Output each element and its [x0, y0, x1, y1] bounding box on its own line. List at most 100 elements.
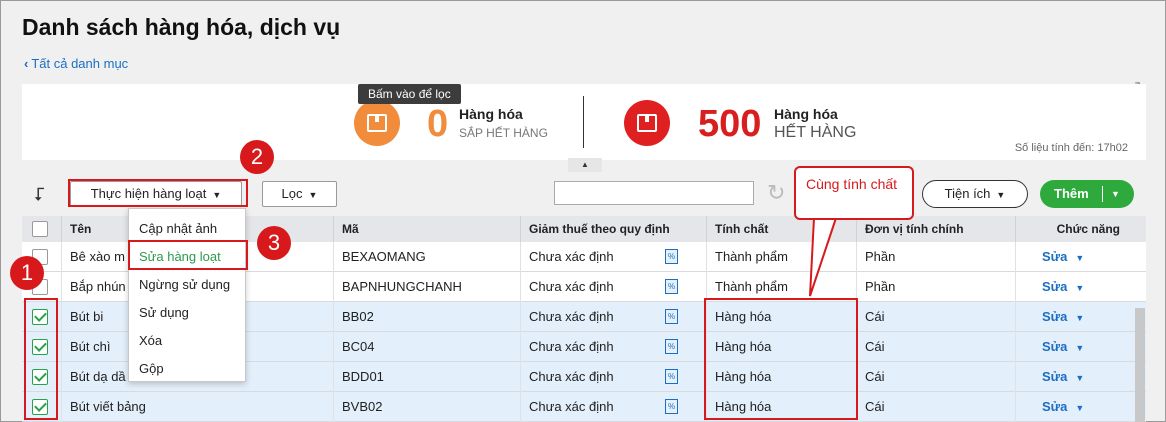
- collapse-summary-button[interactable]: ▲: [568, 158, 602, 172]
- caret-down-icon[interactable]: ▼: [1075, 283, 1084, 293]
- add-button-separator: [1102, 186, 1103, 202]
- highlight-bulk-edit: [128, 240, 248, 270]
- cell-code-text: BAPNHUNGCHANH: [342, 279, 462, 294]
- cell-code: BC04: [334, 332, 521, 362]
- low-stock-sublabel: SẮP HẾT HÀNG: [459, 126, 548, 140]
- cell-tax: Chưa xác định%: [521, 272, 707, 302]
- cell-actions: Sửa ▼: [1016, 332, 1146, 362]
- cell-code: BVB02: [334, 392, 521, 422]
- cell-unit-text: Cái: [865, 399, 885, 414]
- out-of-stock-sublabel: HẾT HÀNG: [774, 124, 857, 141]
- tax-percent-icon[interactable]: %: [665, 339, 678, 354]
- reload-icon[interactable]: ↻: [767, 181, 785, 205]
- sort-icon[interactable]: ⮦: [34, 184, 45, 205]
- cell-type-text: Thành phẩm: [715, 249, 788, 264]
- column-header-code[interactable]: Mã: [334, 216, 521, 242]
- edit-link[interactable]: Sửa ▼: [1042, 279, 1084, 294]
- chevron-left-icon: ‹: [24, 56, 29, 71]
- caret-down-icon[interactable]: ▼: [1075, 373, 1084, 383]
- step-badge-1: 1: [10, 256, 44, 290]
- edit-label: Sửa: [1042, 309, 1068, 324]
- menu-item-merge[interactable]: Gộp: [129, 355, 245, 383]
- search-input[interactable]: [554, 181, 754, 205]
- low-stock-label: Hàng hóa: [459, 106, 523, 122]
- cell-unit: Cái: [857, 392, 1016, 422]
- out-of-stock-box-icon[interactable]: [624, 100, 670, 146]
- caret-down-icon[interactable]: ▼: [1075, 313, 1084, 323]
- edit-link[interactable]: Sửa ▼: [1042, 399, 1084, 414]
- header-select-cell: [22, 216, 62, 242]
- bulk-action-menu: Cập nhật ảnh Sửa hàng loạt Ngừng sử dụng…: [128, 208, 246, 382]
- caret-down-icon: ▼: [308, 190, 318, 200]
- add-button[interactable]: Thêm ▼: [1040, 180, 1134, 208]
- filter-button[interactable]: Lọc ▼: [262, 181, 337, 207]
- cell-code-text: BVB02: [342, 399, 383, 414]
- column-header-tax[interactable]: Giảm thuế theo quy định: [521, 216, 707, 242]
- select-all-checkbox[interactable]: [32, 221, 48, 237]
- cell-unit: Phần: [857, 242, 1016, 272]
- caret-down-icon: ▼: [996, 190, 1006, 200]
- cell-name-text: Bút bi: [70, 309, 104, 324]
- cell-name-text: Bút chì: [70, 339, 111, 354]
- menu-item-update-images[interactable]: Cập nhật ảnh: [129, 215, 245, 243]
- caret-down-icon[interactable]: ▼: [1075, 403, 1084, 413]
- highlight-bulk-action: [68, 179, 248, 207]
- cell-code-text: BDD01: [342, 369, 384, 384]
- cell-code-text: BEXAOMANG: [342, 249, 426, 264]
- back-link-label: Tất cả danh mục: [31, 56, 129, 71]
- cell-actions: Sửa ▼: [1016, 242, 1146, 272]
- tax-percent-icon[interactable]: %: [665, 309, 678, 324]
- tax-percent-icon[interactable]: %: [665, 279, 678, 294]
- cell-actions: Sửa ▼: [1016, 272, 1146, 302]
- filter-label: Lọc: [281, 186, 303, 201]
- menu-item-delete[interactable]: Xóa: [129, 327, 245, 355]
- cell-tax: Chưa xác định%: [521, 392, 707, 422]
- cell-name: Bút viết bảng: [62, 392, 334, 422]
- caret-down-icon[interactable]: ▼: [1075, 253, 1084, 263]
- cell-tax-text: Chưa xác định: [529, 399, 614, 414]
- cell-code: BEXAOMANG: [334, 242, 521, 272]
- edit-label: Sửa: [1042, 399, 1068, 414]
- tax-percent-icon[interactable]: %: [665, 249, 678, 264]
- low-stock-count[interactable]: 0: [427, 104, 448, 144]
- menu-item-deactivate[interactable]: Ngừng sử dụng: [129, 271, 245, 299]
- cell-unit: Cái: [857, 362, 1016, 392]
- cell-code: BAPNHUNGCHANH: [334, 272, 521, 302]
- edit-label: Sửa: [1042, 339, 1068, 354]
- edit-link[interactable]: Sửa ▼: [1042, 369, 1084, 384]
- cell-actions: Sửa ▼: [1016, 302, 1146, 332]
- utilities-button[interactable]: Tiện ích ▼: [922, 180, 1028, 208]
- cell-name-text: Bắp nhún: [70, 279, 126, 294]
- out-of-stock-count[interactable]: 500: [698, 104, 761, 144]
- step-badge-3: 3: [257, 226, 291, 260]
- cell-tax-text: Chưa xác định: [529, 309, 614, 324]
- table-scrollbar[interactable]: [1135, 308, 1145, 422]
- caret-down-icon[interactable]: ▼: [1111, 180, 1120, 208]
- tax-percent-icon[interactable]: %: [665, 399, 678, 414]
- menu-item-activate[interactable]: Sử dụng: [129, 299, 245, 327]
- cell-name-text: Bê xào m: [70, 249, 125, 264]
- cell-tax: Chưa xác định%: [521, 242, 707, 272]
- page-title: Danh sách hàng hóa, dịch vụ: [22, 14, 341, 40]
- stock-summary-panel: 0 Hàng hóa SẮP HẾT HÀNG 500 Hàng hóa HẾT…: [22, 84, 1146, 160]
- cell-name-text: Bút viết bảng: [70, 399, 146, 414]
- tax-percent-icon[interactable]: %: [665, 369, 678, 384]
- cell-tax-text: Chưa xác định: [529, 249, 614, 264]
- cell-unit: Cái: [857, 332, 1016, 362]
- highlight-checkboxes: [24, 298, 58, 420]
- cell-tax: Chưa xác định%: [521, 332, 707, 362]
- callout-pointer: [809, 217, 837, 297]
- column-header-actions: Chức năng: [1056, 222, 1120, 236]
- cell-code: BDD01: [334, 362, 521, 392]
- edit-link[interactable]: Sửa ▼: [1042, 249, 1084, 264]
- low-stock-box-icon[interactable]: [354, 100, 400, 146]
- edit-link[interactable]: Sửa ▼: [1042, 309, 1084, 324]
- table-row[interactable]: Bút viết bảng BVB02 Chưa xác định% Hàng hóa…: [22, 392, 1146, 422]
- filter-tooltip: Bấm vào để lọc: [358, 84, 461, 104]
- highlight-type-column: [704, 298, 858, 420]
- back-link[interactable]: ‹ Tất cả danh mục: [24, 56, 128, 71]
- caret-down-icon[interactable]: ▼: [1075, 343, 1084, 353]
- cell-unit-text: Cái: [865, 309, 885, 324]
- edit-link[interactable]: Sửa ▼: [1042, 339, 1084, 354]
- add-label: Thêm: [1054, 186, 1089, 201]
